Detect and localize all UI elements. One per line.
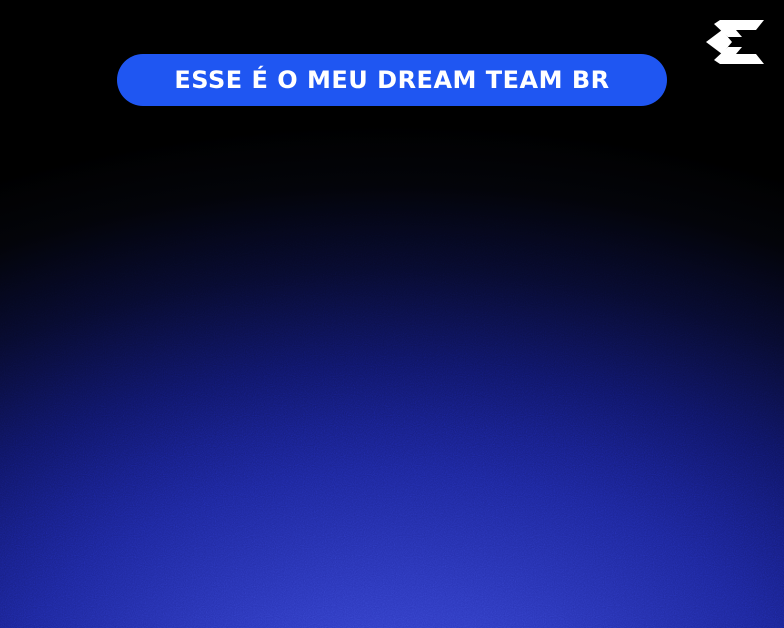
title-banner: ESSE É O MEU DREAM TEAM BR xyxy=(117,54,667,106)
background-canvas: ESSE É O MEU DREAM TEAM BR xyxy=(0,0,784,628)
page-title: ESSE É O MEU DREAM TEAM BR xyxy=(174,66,610,94)
brand-logo-icon xyxy=(706,20,764,64)
